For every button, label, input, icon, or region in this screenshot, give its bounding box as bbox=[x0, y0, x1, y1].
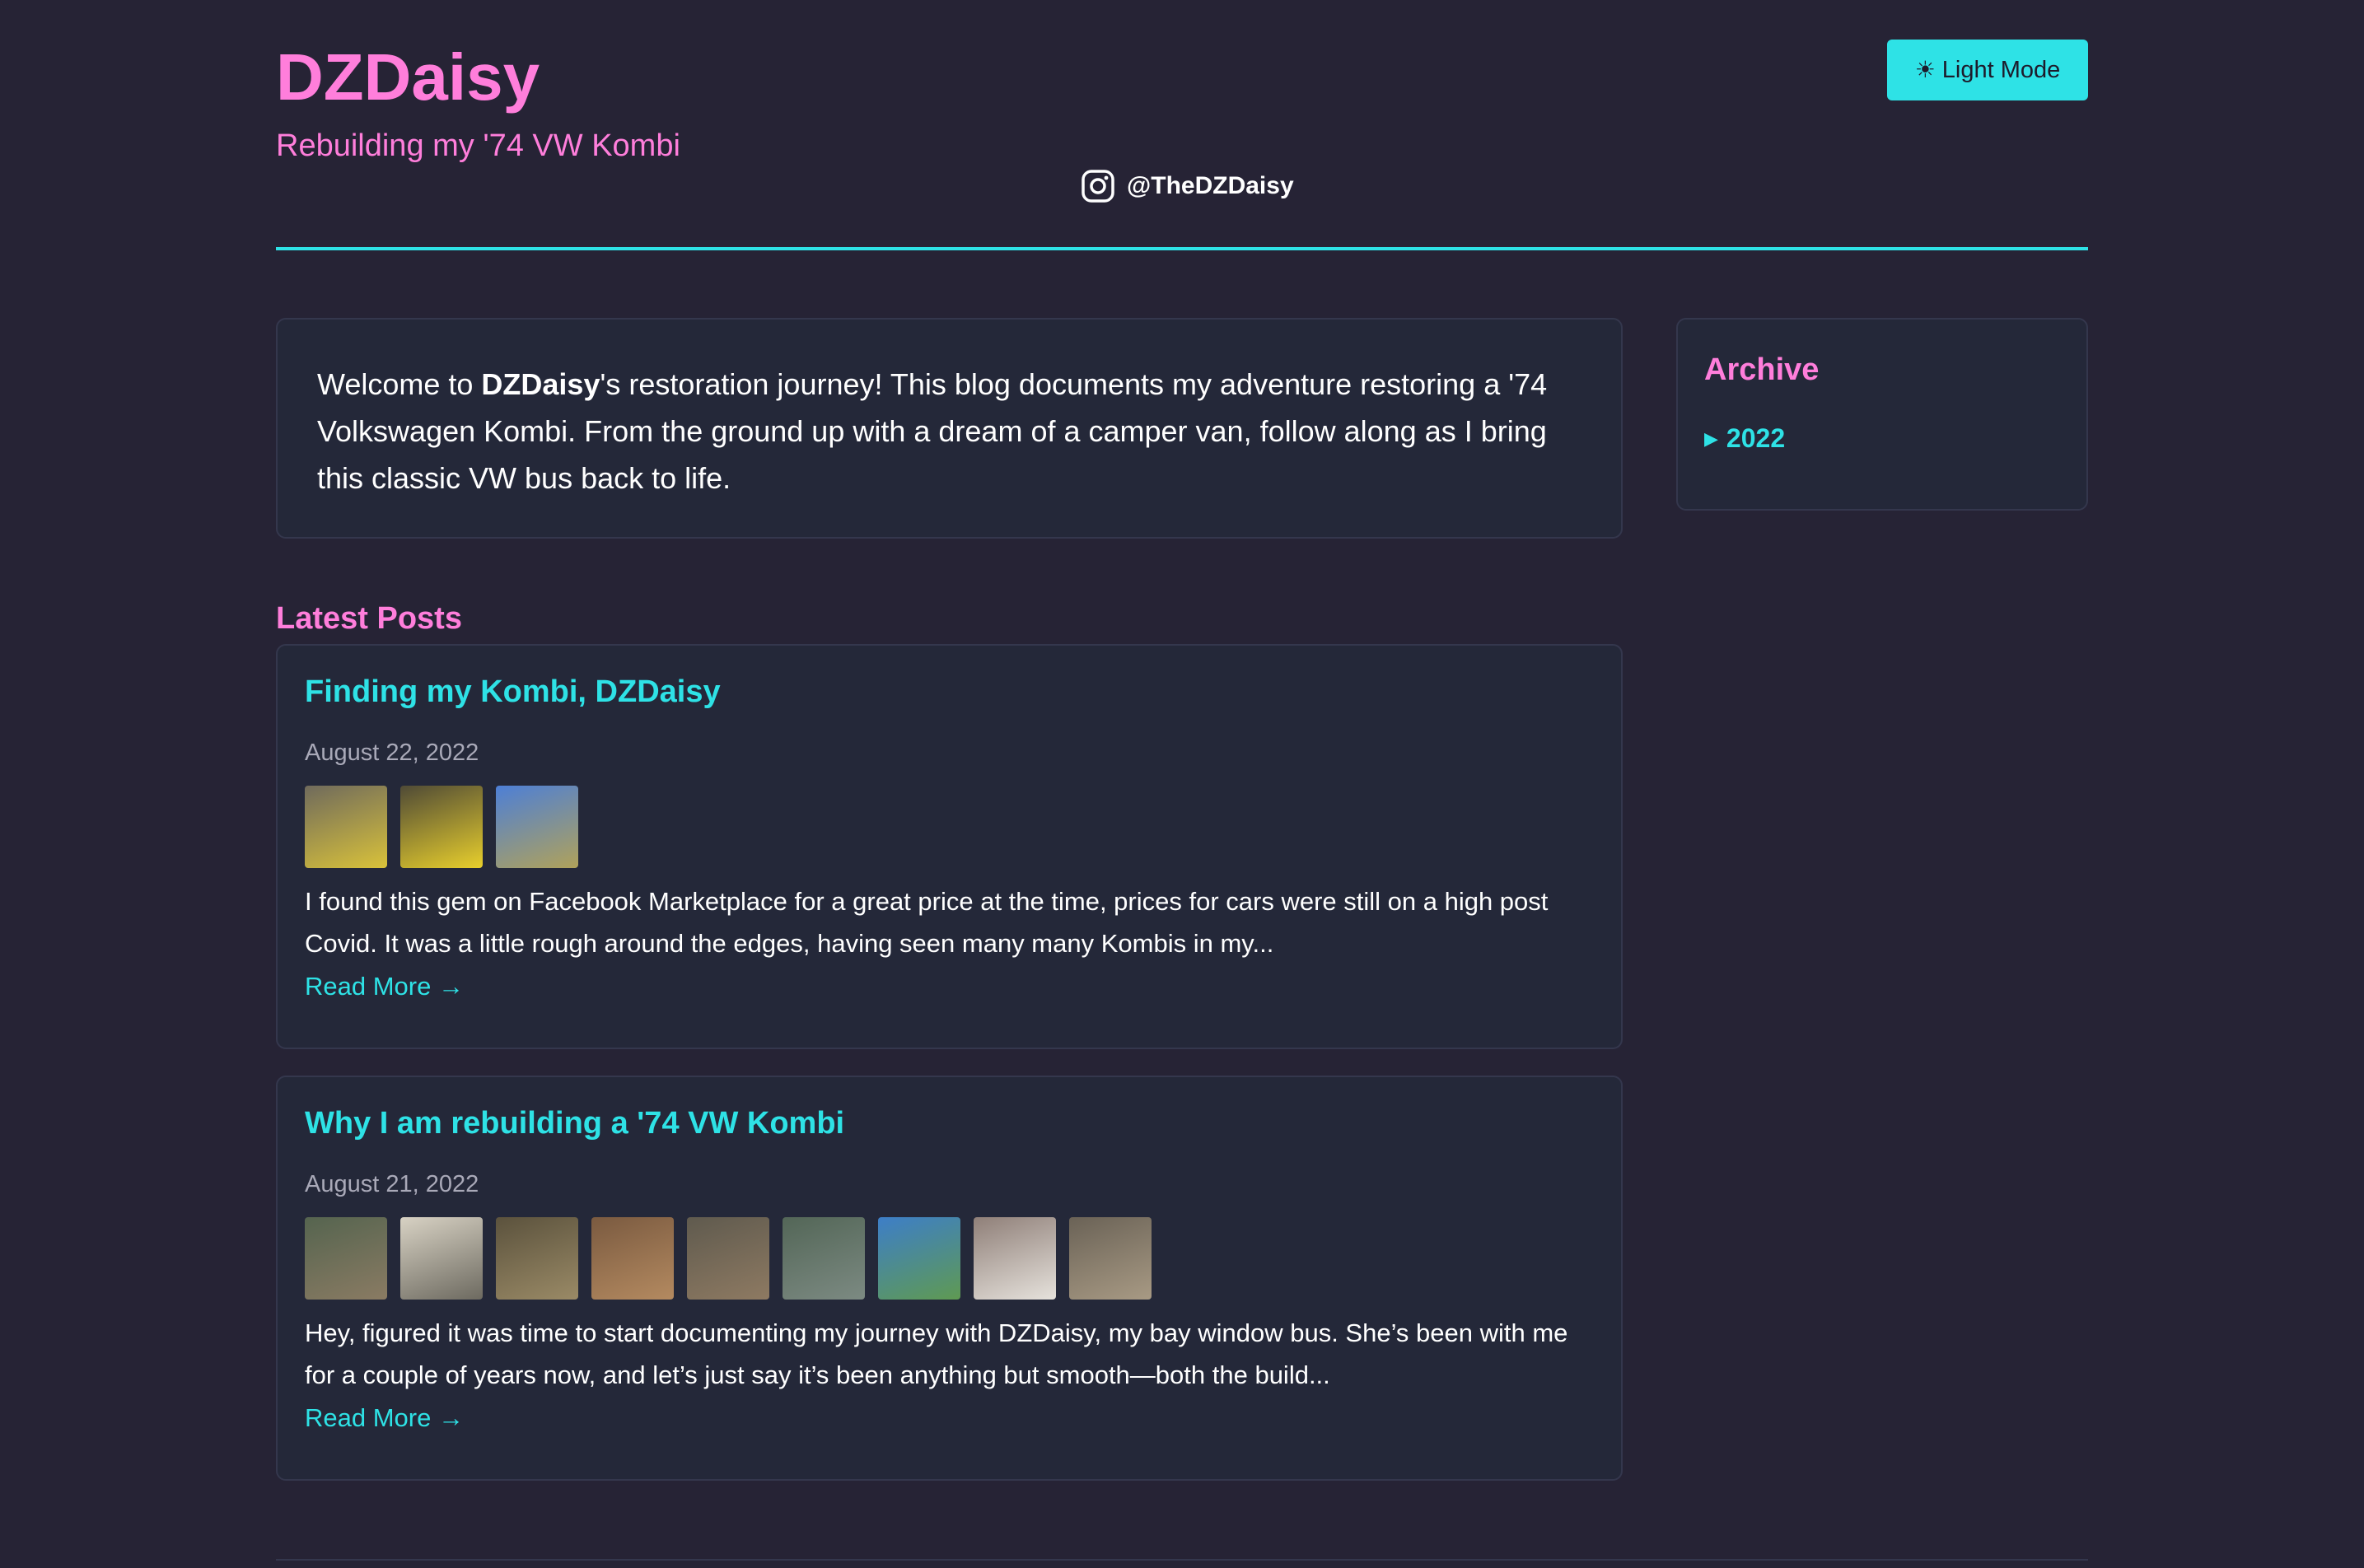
archive-card: Archive ▶ 2022 bbox=[1676, 318, 2088, 511]
site-subtitle: Rebuilding my '74 VW Kombi bbox=[276, 128, 680, 163]
site-title[interactable]: DZDaisy bbox=[276, 36, 540, 119]
post-title[interactable]: Why I am rebuilding a '74 VW Kombi bbox=[305, 1102, 844, 1145]
tree-trunk-photo[interactable] bbox=[591, 1217, 674, 1300]
archive-year-2022[interactable]: ▶ 2022 bbox=[1704, 423, 2060, 454]
instagram-handle: @TheDZDaisy bbox=[1127, 172, 1294, 199]
read-more-link[interactable]: Read More → bbox=[305, 968, 464, 1005]
post-excerpt: Hey, figured it was time to start docume… bbox=[305, 1318, 1568, 1389]
yellow-kombi-garage-photo[interactable] bbox=[305, 786, 387, 868]
archive-title: Archive bbox=[1704, 352, 1820, 387]
instagram-icon bbox=[1082, 170, 1114, 203]
intro-text-bold: DZDaisy bbox=[481, 367, 600, 401]
light-mode-button[interactable]: ☀ Light Mode bbox=[1887, 40, 2088, 100]
archive-year-label: 2022 bbox=[1726, 423, 1786, 453]
yellow-kombi-rear-photo[interactable] bbox=[400, 786, 483, 868]
post-card: Why I am rebuilding a '74 VW Kombi Augus… bbox=[276, 1076, 1623, 1481]
header-divider bbox=[276, 247, 2088, 250]
post-date: August 22, 2022 bbox=[305, 740, 479, 766]
rusty-kombi-photo[interactable] bbox=[687, 1217, 769, 1300]
blue-car-road-photo[interactable] bbox=[878, 1217, 960, 1300]
camper-interior-bed-photo[interactable] bbox=[974, 1217, 1056, 1300]
camper-interior-photo[interactable] bbox=[1069, 1217, 1152, 1300]
kombi-on-trailer-photo[interactable] bbox=[496, 786, 578, 868]
instagram-link[interactable]: @TheDZDaisy bbox=[1081, 169, 1294, 203]
intro-text-before: Welcome to bbox=[317, 367, 482, 401]
intro-text: Welcome to DZDaisy's restoration journey… bbox=[317, 361, 1581, 502]
read-more-link[interactable]: Read More → bbox=[305, 1400, 464, 1436]
post-title[interactable]: Finding my Kombi, DZDaisy bbox=[305, 670, 721, 713]
post-date: August 21, 2022 bbox=[305, 1171, 479, 1197]
post-thumbnails bbox=[305, 1217, 1152, 1300]
latest-posts-heading: Latest Posts bbox=[276, 601, 462, 636]
post-thumbnails bbox=[305, 786, 578, 868]
green-kombi-photo[interactable] bbox=[783, 1217, 865, 1300]
post-card: Finding my Kombi, DZDaisy August 22, 202… bbox=[276, 644, 1623, 1049]
vw-club-sticker-photo[interactable] bbox=[400, 1217, 483, 1300]
sun-icon: ☀ bbox=[1914, 57, 1936, 82]
kombi-bush-photo[interactable] bbox=[496, 1217, 578, 1300]
light-mode-label: Light Mode bbox=[1941, 56, 2061, 83]
kombi-in-yard-photo[interactable] bbox=[305, 1217, 387, 1300]
footer-divider bbox=[276, 1559, 2088, 1561]
post-excerpt: I found this gem on Facebook Marketplace… bbox=[305, 887, 1549, 958]
triangle-right-icon: ▶ bbox=[1704, 427, 1718, 449]
intro-card: Welcome to DZDaisy's restoration journey… bbox=[276, 318, 1623, 539]
